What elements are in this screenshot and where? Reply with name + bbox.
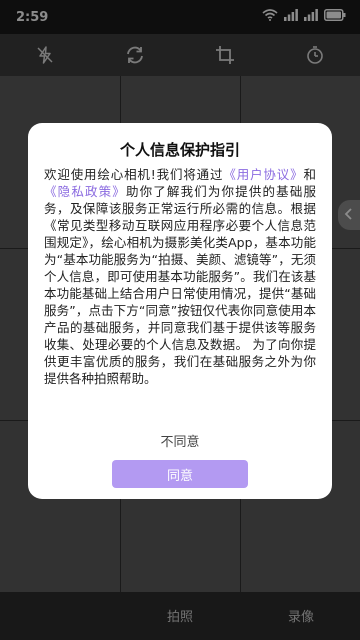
body-rest: 助你了解我们为你提供的基础服务，及保障该服务正常运行所必需的信息。根据《常见类型… <box>44 184 316 386</box>
privacy-policy-link[interactable]: 《隐私政策》 <box>44 184 126 199</box>
privacy-dialog: 个人信息保护指引 欢迎使用绘心相机!我们将通过《用户协议》和《隐私政策》助你了解… <box>28 123 332 499</box>
dialog-title: 个人信息保护指引 <box>119 141 240 159</box>
dialog-body: 欢迎使用绘心相机!我们将通过《用户协议》和《隐私政策》助你了解我们为你提供的基础… <box>44 166 316 387</box>
body-and: 和 <box>303 167 316 182</box>
body-intro: 欢迎使用绘心相机!我们将通过 <box>44 167 224 182</box>
agree-button[interactable]: 同意 <box>112 460 248 488</box>
decline-button[interactable]: 不同意 <box>28 431 332 450</box>
user-agreement-link[interactable]: 《用户协议》 <box>223 167 303 182</box>
